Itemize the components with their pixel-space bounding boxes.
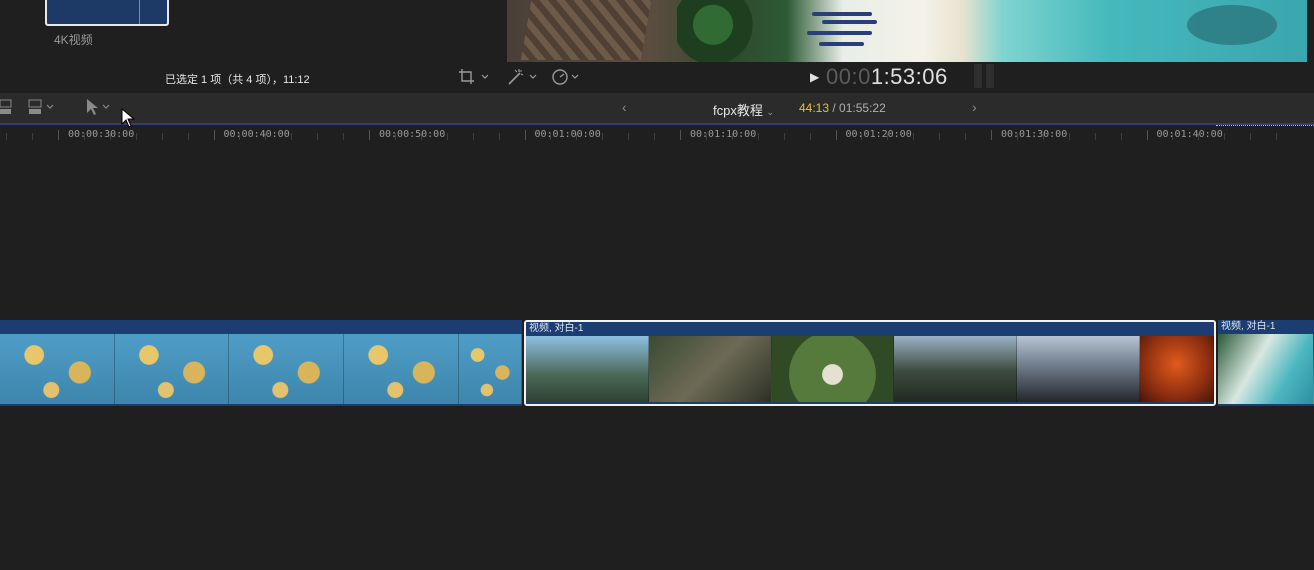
ruler-tick-label: 00:01:00:00	[534, 129, 601, 140]
skimmer-line	[139, 0, 140, 24]
ruler-major-tick	[524, 130, 526, 140]
timeline-ruler[interactable]	[0, 125, 1314, 145]
audio-meter-right	[986, 64, 994, 88]
ruler-minor-tick	[1224, 133, 1226, 140]
selection-status: 已选定 1 项（共 4 项），11:12	[165, 74, 310, 86]
ruler-minor-tick	[446, 133, 448, 140]
clip-filmstrip	[0, 334, 522, 404]
ruler-tick-label: 00:00:40:00	[223, 129, 290, 140]
ruler-range-indicator	[1216, 125, 1314, 127]
speed-icon[interactable]	[551, 68, 583, 89]
ruler-minor-tick	[291, 133, 293, 140]
ruler-tick-label: 00:00:50:00	[379, 129, 446, 140]
ruler-major-tick	[369, 130, 370, 140]
ruler-minor-tick	[498, 133, 500, 140]
ruler-minor-tick	[32, 133, 34, 140]
crop-icon[interactable]	[458, 68, 489, 89]
ruler-minor-tick	[757, 133, 759, 140]
ruler-minor-tick	[161, 133, 163, 140]
chevron-down-icon: ⌄	[766, 107, 775, 117]
ruler-minor-tick	[1094, 133, 1096, 140]
timeline-clip[interactable]: 视频, 对白-1	[1218, 320, 1314, 406]
ruler-minor-tick	[472, 133, 474, 140]
clip-title	[0, 320, 522, 334]
ruler-minor-tick	[783, 133, 785, 140]
ruler-minor-tick	[1068, 133, 1070, 140]
project-time: 44:13 / 01:55:22	[799, 101, 886, 115]
timeline-clip[interactable]	[0, 320, 522, 406]
append-clip-icon[interactable]	[0, 98, 14, 121]
ruler-minor-tick	[187, 133, 189, 140]
project-name[interactable]: fcpx教程 ⌄	[713, 100, 774, 119]
ruler-minor-tick	[913, 133, 915, 140]
clip-title: 视频, 对白-1	[526, 322, 1214, 336]
ruler-minor-tick	[135, 133, 137, 140]
ruler-minor-tick	[628, 133, 630, 140]
ruler-major-tick	[991, 130, 992, 140]
ruler-minor-tick	[1276, 133, 1278, 140]
ruler-major-tick	[835, 130, 837, 140]
clip-thumbnail[interactable]	[45, 0, 169, 26]
clip-title: 视频, 对白-1	[1218, 320, 1314, 334]
ruler-tick-label: 00:01:20:00	[845, 129, 912, 140]
ruler-major-tick	[213, 130, 215, 140]
ruler-major-tick	[58, 130, 59, 140]
chevron-right-icon[interactable]: ›	[972, 99, 977, 115]
ruler-minor-tick	[1120, 133, 1122, 140]
ruler-minor-tick	[6, 133, 8, 140]
magic-wand-icon[interactable]	[506, 68, 538, 89]
ruler-minor-tick	[965, 133, 967, 140]
ruler-minor-tick	[343, 133, 345, 140]
ruler-major-tick	[1146, 130, 1148, 140]
ruler-minor-tick	[317, 133, 319, 140]
overwrite-clip-icon[interactable]	[28, 98, 60, 121]
ruler-minor-tick	[939, 133, 941, 140]
ruler-minor-tick	[809, 133, 811, 140]
ruler-major-tick	[680, 130, 681, 140]
ruler-tick-label: 00:01:40:00	[1156, 129, 1223, 140]
ruler-minor-tick	[1250, 133, 1252, 140]
clip-filmstrip	[526, 336, 1214, 404]
viewer-frame	[507, 0, 1307, 62]
timeline-toolbar	[0, 93, 1314, 123]
timeline-clip-selected[interactable]: 视频, 对白-1	[524, 320, 1216, 406]
chevron-left-icon[interactable]: ‹	[622, 99, 627, 115]
ruler-minor-tick	[654, 133, 656, 140]
clip-filmstrip	[1218, 334, 1314, 404]
ruler-minor-tick	[602, 133, 604, 140]
audio-meter-left	[974, 64, 982, 88]
ruler-tick-label: 00:01:30:00	[1001, 129, 1068, 140]
play-button[interactable]: ▶	[810, 70, 819, 84]
viewer-timecode: 00:01:53:06	[826, 64, 948, 89]
mouse-pointer	[121, 107, 136, 133]
thumbnail-label: 4K视频	[54, 33, 93, 47]
ruler-tick-label: 00:01:10:00	[690, 129, 757, 140]
select-arrow-icon[interactable]	[85, 98, 115, 121]
